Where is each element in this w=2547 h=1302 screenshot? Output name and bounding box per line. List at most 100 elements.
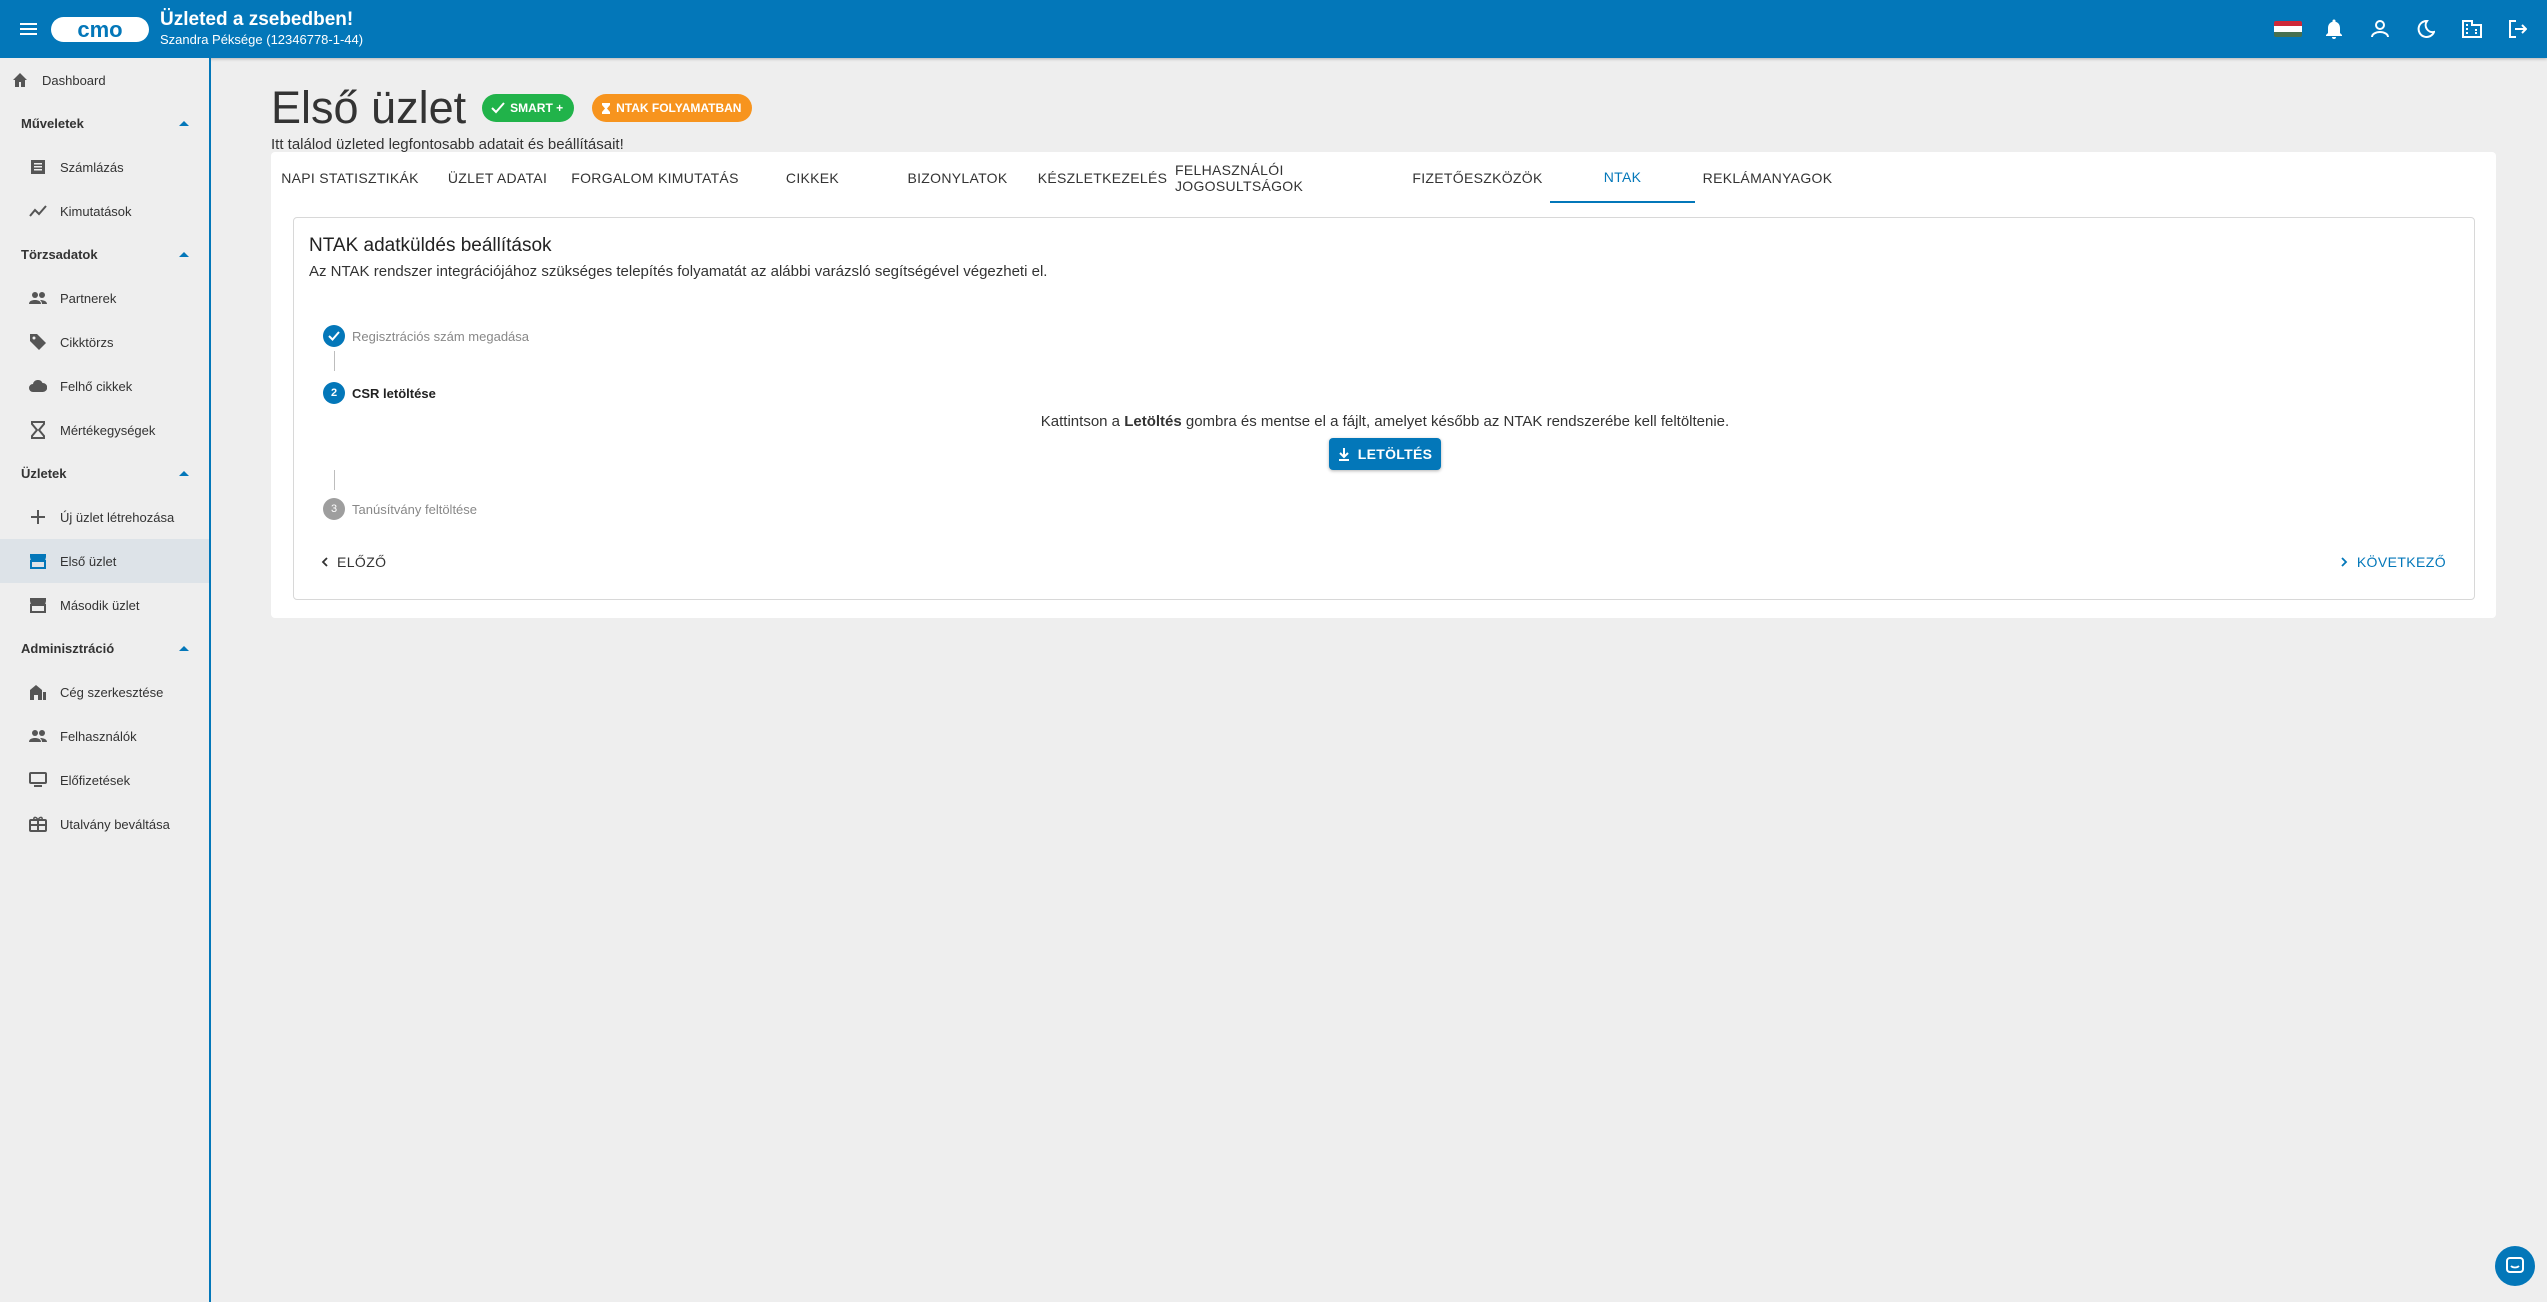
- cmo-logo: cmo: [51, 17, 149, 42]
- sidebar-item-label: Partnerek: [60, 290, 117, 306]
- business-icon[interactable]: [2449, 0, 2495, 58]
- sidebar-item-mertekegysegek[interactable]: Mértékegységek: [0, 408, 209, 452]
- stepper-step-3: 3 Tanúsítvány feltöltése: [323, 498, 477, 520]
- tab-bar: NAPI STATISZTIKÁK ÜZLET ADATAI FORGALOM …: [271, 152, 2496, 203]
- sidebar-item-label: Felhő cikkek: [60, 378, 133, 394]
- cloud-icon: [29, 379, 47, 392]
- sidebar-item-kimutatasok[interactable]: Kimutatások: [0, 189, 209, 233]
- sidebar-item-partnerek[interactable]: Partnerek: [0, 276, 209, 320]
- sidebar-item-label: Kimutatások: [60, 203, 132, 219]
- sidebar-item-felhasznalok[interactable]: Felhasználók: [0, 714, 209, 758]
- logout-icon[interactable]: [2495, 0, 2541, 58]
- collapse-icon: [179, 471, 189, 476]
- sidebar-item-label: Mértékegységek: [60, 422, 156, 438]
- tab-ntak[interactable]: NTAK: [1550, 152, 1695, 203]
- step-label: Regisztrációs szám megadása: [352, 328, 530, 344]
- bell-icon[interactable]: [2311, 0, 2357, 58]
- sidebar-section-uzletek[interactable]: Üzletek: [0, 452, 209, 495]
- sidebar: Dashboard Műveletek Számlázás Kimutatáso…: [0, 58, 211, 1302]
- download-icon: [1338, 448, 1349, 461]
- sidebar-item-ceg-szerkesztese[interactable]: Cég szerkesztése: [0, 670, 209, 714]
- tab-forgalom-kimutatas[interactable]: FORGALOM KIMUTATÁS: [570, 152, 740, 203]
- sidebar-item-label: Számlázás: [60, 159, 124, 175]
- store-card: NAPI STATISZTIKÁK ÜZLET ADATAI FORGALOM …: [271, 152, 2496, 618]
- subscription-icon: [29, 772, 47, 787]
- smart-badge: SMART +: [482, 94, 575, 122]
- stepper-connector: [334, 351, 335, 371]
- app-bar: cmo Üzleted a zsebedben! Szandra Péksége…: [0, 0, 2547, 58]
- previous-button[interactable]: ELŐZŐ: [321, 554, 386, 570]
- stepper-step-1: Regisztrációs szám megadása: [323, 325, 529, 347]
- store-icon: [30, 598, 46, 613]
- people-icon: [29, 730, 47, 742]
- chevron-left-icon: [321, 557, 328, 567]
- tab-cikkek[interactable]: CIKKEK: [740, 152, 885, 203]
- collapse-icon: [179, 646, 189, 651]
- collapse-icon: [179, 121, 189, 126]
- store-icon: [30, 554, 46, 569]
- company-icon: [30, 685, 46, 700]
- tag-icon: [30, 334, 46, 350]
- dark-mode-icon[interactable]: [2403, 0, 2449, 58]
- home-icon: [13, 73, 27, 87]
- account-icon[interactable]: [2357, 0, 2403, 58]
- sidebar-item-label: Új üzlet létrehozása: [60, 509, 175, 525]
- sidebar-section-muveletek[interactable]: Műveletek: [0, 102, 209, 145]
- step-instruction: Kattintson a Letöltés gombra és mentse e…: [1040, 413, 1730, 430]
- svg-text:cmo: cmo: [77, 17, 122, 42]
- tab-bizonylatok[interactable]: BIZONYLATOK: [885, 152, 1030, 203]
- step-number: 2: [323, 382, 345, 404]
- tab-fizetoeszkozok[interactable]: FIZETŐESZKÖZÖK: [1405, 152, 1550, 203]
- stepper-connector: [334, 470, 335, 490]
- step-label: CSR letöltése: [352, 385, 436, 401]
- sidebar-item-label: Előfizetések: [60, 772, 131, 788]
- sidebar-item-label: Első üzlet: [60, 553, 117, 569]
- tab-uzlet-adatai[interactable]: ÜZLET ADATAI: [425, 152, 570, 203]
- step-label: Tanúsítvány feltöltése: [352, 501, 478, 517]
- sidebar-item-szamlazas[interactable]: Számlázás: [0, 145, 209, 189]
- collapse-icon: [179, 252, 189, 257]
- sidebar-item-utalvany-bevaltasa[interactable]: Utalvány beváltása: [0, 802, 209, 846]
- gift-card-icon: [29, 816, 47, 832]
- sidebar-item-elso-uzlet[interactable]: Első üzlet: [0, 539, 209, 583]
- company-name: Szandra Péksége (12346778-1-44): [160, 32, 364, 47]
- hungarian-flag-icon[interactable]: [2265, 0, 2311, 58]
- sidebar-section-torzsadatok[interactable]: Törzsadatok: [0, 233, 209, 276]
- sidebar-item-felho-cikkek[interactable]: Felhő cikkek: [0, 364, 209, 408]
- stepper-step-2: 2 CSR letöltése: [323, 382, 436, 404]
- ntak-settings-panel: NTAK adatküldés beállítások Az NTAK rend…: [293, 217, 2475, 600]
- section-description: Az NTAK rendszer integrációjához szükség…: [309, 263, 1048, 280]
- sidebar-item-elofizetesek[interactable]: Előfizetések: [0, 758, 209, 802]
- download-button[interactable]: LETÖLTÉS: [1329, 438, 1441, 470]
- tab-napi-statisztikak[interactable]: NAPI STATISZTIKÁK: [275, 152, 425, 203]
- sidebar-item-label: Cikktörzs: [60, 334, 114, 350]
- page-subtitle: Itt találod üzleted legfontosabb adatait…: [271, 136, 624, 153]
- sidebar-item-cikktorzs[interactable]: Cikktörzs: [0, 320, 209, 364]
- app-title: Üzleted a zsebedben!: [160, 9, 354, 30]
- chat-icon[interactable]: [2495, 1246, 2535, 1286]
- people-icon: [29, 292, 47, 304]
- tab-felhasznaloi-jogosultsagok[interactable]: FELHASZNÁLÓI JOGOSULTSÁGOK: [1175, 152, 1405, 203]
- sidebar-section-adminisztracio[interactable]: Adminisztráció: [0, 627, 209, 670]
- sidebar-item-dashboard[interactable]: Dashboard: [0, 58, 209, 102]
- sidebar-item-masodik-uzlet[interactable]: Második üzlet: [0, 583, 209, 627]
- sidebar-item-label: Dashboard: [42, 72, 106, 88]
- step-number: 3: [323, 498, 345, 520]
- check-icon: [323, 325, 345, 347]
- sidebar-item-label: Második üzlet: [60, 597, 140, 613]
- check-icon: [491, 102, 505, 114]
- ntak-status-badge: NTAK FOLYAMATBAN: [592, 94, 753, 122]
- receipt-icon: [31, 160, 45, 174]
- menu-icon[interactable]: [0, 0, 56, 58]
- page-title: Első üzlet: [271, 82, 467, 133]
- sidebar-item-label: Cég szerkesztése: [60, 684, 164, 700]
- chevron-right-icon: [2341, 557, 2348, 567]
- sidebar-item-uj-uzlet[interactable]: Új üzlet létrehozása: [0, 495, 209, 539]
- next-button[interactable]: KÖVETKEZŐ: [2341, 554, 2446, 570]
- plus-icon: [31, 510, 45, 524]
- tab-keszletkezeles[interactable]: KÉSZLETKEZELÉS: [1030, 152, 1175, 203]
- tab-reklamanyagok[interactable]: REKLÁMANYAGOK: [1695, 152, 1840, 203]
- sidebar-item-label: Utalvány beváltása: [60, 816, 170, 832]
- chart-line-icon: [29, 205, 47, 217]
- hourglass-icon: [602, 102, 611, 114]
